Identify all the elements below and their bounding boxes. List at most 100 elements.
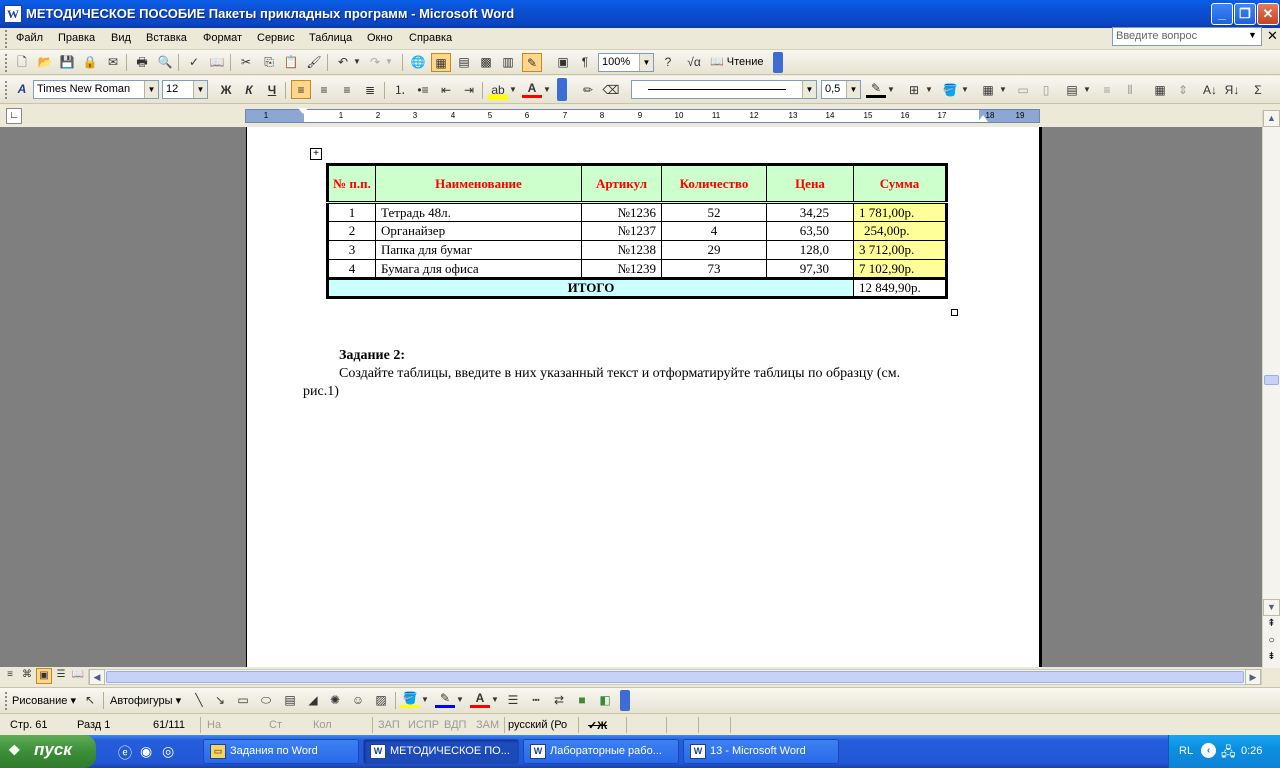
reading-view-icon[interactable]: 📖 — [70, 668, 86, 684]
wordart-icon[interactable]: ◢ — [303, 691, 323, 710]
text-direction-icon[interactable]: ⇕ — [1173, 81, 1193, 100]
status-rec[interactable]: ЗАП — [378, 719, 400, 731]
header-price[interactable]: Цена — [766, 164, 854, 203]
header-article[interactable]: Артикул — [581, 164, 662, 203]
toolbar-grip[interactable] — [5, 692, 9, 710]
equation-icon[interactable]: √α — [684, 53, 704, 72]
ask-question-input[interactable]: Введите вопрос — [1112, 27, 1262, 46]
horizontal-ruler[interactable]: 1 1 2 3 4 5 6 7 8 9 10 11 12 13 14 15 16… — [245, 108, 1040, 123]
menu-file[interactable]: Файл — [12, 31, 47, 45]
cut-icon[interactable]: ✂ — [236, 53, 256, 72]
quicklaunch-icon[interactable]: ◎ — [162, 743, 174, 760]
total-label[interactable]: ИТОГО — [327, 277, 854, 298]
cell-price[interactable]: 128,0 — [766, 240, 854, 260]
italic-button[interactable]: К — [239, 81, 259, 100]
cell-sum[interactable]: 1 781,00р. — [853, 202, 947, 222]
select-objects-icon[interactable]: ↖ — [80, 691, 100, 710]
task-folder[interactable]: ▭ Задания по Word — [203, 739, 359, 764]
h-scroll-thumb[interactable] — [106, 671, 1244, 683]
task-labs[interactable]: W Лабораторные рабо... — [523, 739, 679, 764]
toolbar-options-icon[interactable] — [557, 78, 567, 101]
split-cells-icon[interactable]: ▯ — [1036, 81, 1056, 100]
media-player-icon[interactable]: ◉ — [140, 743, 152, 760]
sort-desc-icon[interactable]: Я↓ — [1222, 81, 1242, 100]
scroll-down-icon[interactable]: ▼ — [1263, 599, 1280, 616]
new-doc-icon[interactable]: 🗋 — [12, 53, 32, 72]
permission-icon[interactable]: 🔒 — [80, 53, 100, 72]
cell-price[interactable]: 34,25 — [766, 202, 854, 222]
cell-sum[interactable]: 3 712,00р. — [853, 240, 947, 260]
close-button[interactable]: ✕ — [1257, 3, 1279, 25]
oval-icon[interactable]: ⬭ — [256, 691, 276, 710]
start-button[interactable]: ❖ пуск — [0, 735, 96, 768]
align-cell-dropdown-icon[interactable]: ▼ — [1082, 81, 1092, 100]
scroll-thumb[interactable] — [1264, 375, 1279, 385]
cell-quantity[interactable]: 52 — [661, 202, 767, 222]
justify-icon[interactable]: ≣ — [360, 81, 380, 100]
scroll-left-icon[interactable]: ◀ — [89, 669, 105, 685]
diagram-icon[interactable]: ✺ — [325, 691, 345, 710]
clipart-icon[interactable]: ☺ — [348, 691, 368, 710]
dash-style-icon[interactable]: ┅ — [526, 691, 546, 710]
table-resize-handle-icon[interactable] — [951, 309, 958, 316]
table-insert-icon[interactable]: ▦ — [978, 81, 998, 100]
highlight-icon[interactable]: ab — [488, 81, 508, 100]
cell-article[interactable]: №1239 — [581, 259, 662, 279]
total-sum[interactable]: 12 849,90р. — [853, 277, 947, 298]
toolbar-grip[interactable] — [5, 81, 9, 99]
borders-icon[interactable]: ⊞ — [904, 81, 924, 100]
decrease-indent-icon[interactable]: ⇤ — [436, 81, 456, 100]
rectangle-icon[interactable]: ▭ — [233, 691, 253, 710]
document-table[interactable]: № п.п. Наименование Артикул Количество Ц… — [326, 163, 948, 299]
line-color-icon[interactable]: ✎ — [435, 691, 455, 708]
spelling-icon[interactable]: ✓ — [184, 53, 204, 72]
shading-dropdown-icon[interactable]: ▼ — [960, 81, 970, 100]
prev-page-icon[interactable]: ⇞ — [1263, 618, 1280, 634]
fill-color-icon[interactable]: 🪣 — [400, 691, 420, 708]
cell-name[interactable]: Тетрадь 48л. — [375, 202, 582, 222]
status-language[interactable]: русский (Ро — [508, 719, 567, 731]
status-track[interactable]: ИСПР — [408, 719, 439, 731]
font-select[interactable]: Times New Roman ▼ — [33, 80, 159, 99]
cell-sum[interactable]: 7 102,90р. — [853, 259, 947, 279]
outline-view-icon[interactable]: ☰ — [53, 668, 69, 684]
tables-borders-icon[interactable]: ▦ — [431, 53, 451, 72]
ask-dropdown-icon[interactable]: ▼ — [1248, 30, 1257, 40]
reading-mode-button[interactable]: 📖 Чтение — [710, 55, 763, 68]
zoom-select[interactable]: 100% ▼ — [598, 53, 654, 72]
redo-icon[interactable]: ↷ — [365, 53, 385, 72]
scroll-right-icon[interactable]: ▶ — [1245, 669, 1261, 685]
distribute-rows-icon[interactable]: ≡ — [1097, 81, 1117, 100]
menu-window[interactable]: Окно — [363, 31, 397, 45]
redo-dropdown-icon[interactable]: ▼ — [384, 53, 394, 72]
draw-font-color-dropdown-icon[interactable]: ▼ — [490, 691, 500, 710]
cell-quantity[interactable]: 73 — [661, 259, 767, 279]
network-icon[interactable]: 🖧 — [1221, 743, 1236, 765]
maximize-button[interactable]: ❐ — [1234, 3, 1256, 25]
align-left-icon[interactable]: ≡ — [291, 80, 311, 99]
borders-dropdown-icon[interactable]: ▼ — [924, 81, 934, 100]
open-icon[interactable]: 📂 — [35, 53, 55, 72]
highlight-dropdown-icon[interactable]: ▼ — [508, 81, 518, 100]
cell-quantity[interactable]: 4 — [661, 221, 767, 241]
normal-view-icon[interactable]: ≡ — [2, 668, 18, 684]
tray-arrow-icon[interactable]: ‹ — [1201, 743, 1216, 758]
tab-selector-icon[interactable]: ∟ — [6, 108, 22, 124]
border-color-dropdown-icon[interactable]: ▼ — [886, 81, 896, 100]
arrow-style-icon[interactable]: ⇄ — [549, 691, 569, 710]
align-center-icon[interactable]: ≡ — [314, 81, 334, 100]
font-color-dropdown-icon[interactable]: ▼ — [542, 81, 552, 100]
web-view-icon[interactable]: ⌘ — [19, 668, 35, 684]
autoshapes-button[interactable]: Автофигуры ▾ — [110, 694, 181, 707]
menu-format[interactable]: Формат — [199, 31, 246, 45]
header-sum[interactable]: Сумма — [853, 164, 947, 203]
align-cell-icon[interactable]: ▤ — [1062, 81, 1082, 100]
horizontal-scrollbar[interactable]: ◀ ▶ — [88, 669, 1262, 685]
shadow-icon[interactable]: ■ — [572, 691, 592, 710]
status-extend[interactable]: ВДП — [444, 719, 466, 731]
preview-icon[interactable]: 🔍 — [155, 53, 175, 72]
menu-grip[interactable] — [5, 30, 9, 48]
menu-edit[interactable]: Правка — [54, 31, 99, 45]
undo-icon[interactable]: ↶ — [333, 53, 353, 72]
hyperlink-icon[interactable]: 🌐 — [408, 53, 428, 72]
